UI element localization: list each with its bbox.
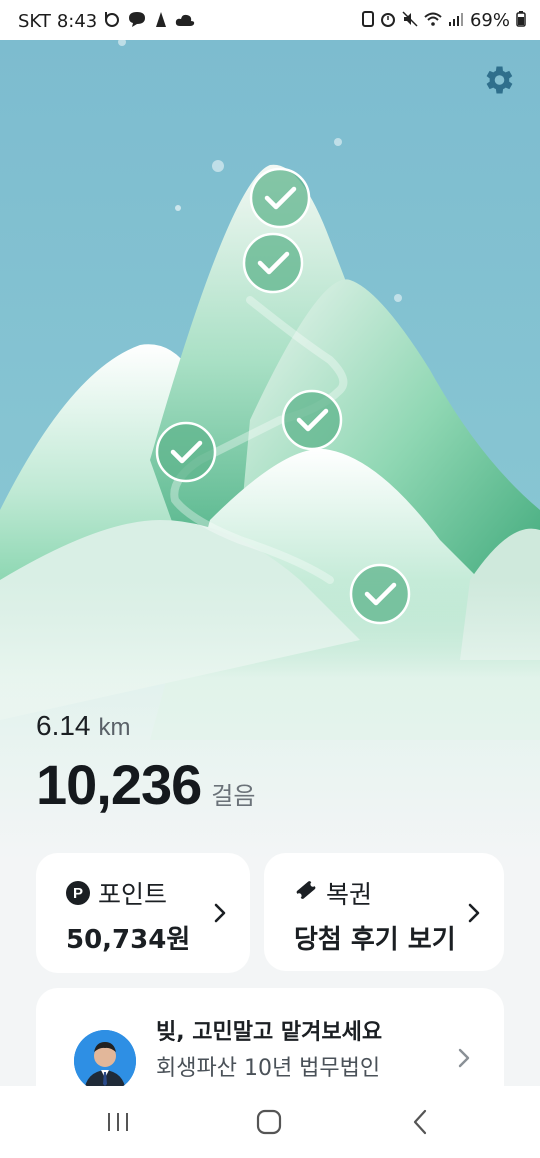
checkpoint-2[interactable] [242, 232, 304, 294]
chevron-right-icon [458, 1048, 470, 1072]
alarm-icon [380, 11, 396, 31]
chat-bubble-icon [127, 10, 147, 32]
points-title: 포인트 [98, 880, 168, 909]
clock: 8:43 [56, 10, 98, 32]
steps-unit: 걸음 [211, 782, 256, 810]
signal-icon [448, 11, 464, 30]
lotto-value: 당첨 후기 보기 [294, 925, 456, 955]
system-nav-bar [0, 1086, 540, 1158]
ad-subtitle: 회생파산 10년 법무법인 [156, 1056, 381, 1081]
battery-icon [516, 10, 526, 31]
lotto-card[interactable]: 복권 당첨 후기 보기 [264, 853, 504, 971]
home-button[interactable] [239, 1098, 299, 1146]
checkpoint-5[interactable] [349, 563, 411, 625]
wifi-icon [424, 11, 442, 30]
lotto-title: 복권 [326, 880, 373, 909]
status-right: 69% [361, 10, 526, 31]
back-button[interactable] [390, 1098, 450, 1146]
status-bar: SKT 8:43 69% [0, 0, 540, 40]
b-app-icon [103, 10, 121, 32]
checkpoint-3[interactable] [281, 389, 343, 451]
checkpoint-1[interactable] [249, 167, 311, 229]
settings-button[interactable] [478, 60, 518, 100]
p-icon: P [66, 881, 90, 905]
mascot-icon [153, 10, 169, 32]
carrier-label: SKT [18, 10, 51, 32]
points-card[interactable]: P 포인트 50,734원 [36, 853, 250, 973]
steps-value: 10,236 [36, 753, 202, 816]
chevron-right-icon [468, 903, 480, 927]
avatar [74, 1030, 136, 1092]
mute-icon [402, 10, 418, 31]
cloud-icon [175, 12, 195, 31]
distance-value: 6.14 [36, 710, 91, 741]
back-icon [413, 1109, 427, 1135]
status-left: SKT 8:43 [18, 10, 195, 32]
home-icon [256, 1109, 282, 1135]
distance-display: 6.14 km [36, 710, 131, 742]
checkpoints-layer [155, 167, 411, 625]
lotto-header: 복권 [294, 875, 372, 911]
points-value: 50,734원 [66, 925, 191, 955]
ticket-icon [294, 878, 318, 908]
sim-icon [361, 10, 374, 31]
recent-apps-button[interactable] [88, 1098, 148, 1146]
steps-display: 10,236 걸음 [36, 752, 255, 817]
ad-title: 빚, 고민말고 맡겨보세요 [156, 1020, 383, 1045]
recent-apps-icon [108, 1113, 128, 1131]
chevron-right-icon [214, 903, 226, 927]
checkpoint-4[interactable] [155, 421, 217, 483]
gear-icon [486, 66, 513, 94]
points-header: P 포인트 [66, 875, 167, 911]
battery-percent: 69% [469, 10, 510, 31]
distance-unit: km [98, 714, 131, 741]
